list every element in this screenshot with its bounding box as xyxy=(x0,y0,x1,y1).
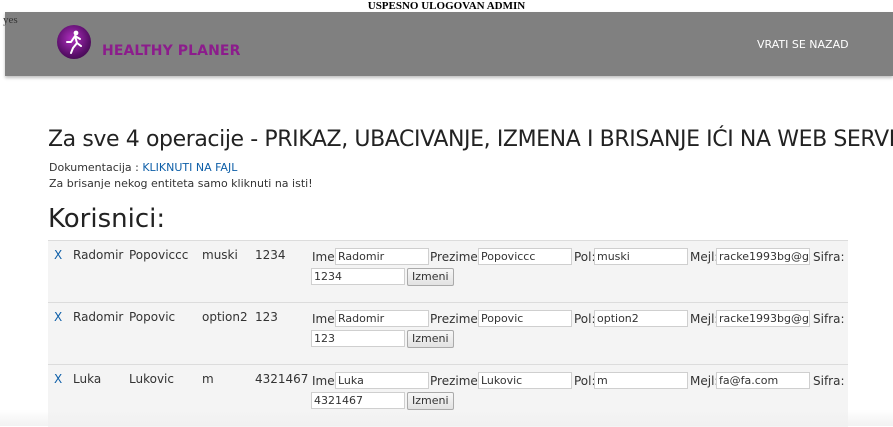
section-title: Korisnici: xyxy=(48,204,166,234)
sifra-input[interactable]: 1234 xyxy=(311,268,405,285)
pol-label: Pol: xyxy=(574,374,596,388)
prezime-label: Prezime: xyxy=(430,250,482,264)
login-status-banner: USPESNO ULOGOVAN ADMIN xyxy=(367,0,526,12)
delete-button[interactable]: X xyxy=(54,248,62,262)
mejl-label: Mejl: xyxy=(690,312,719,326)
cell-ime: Radomir xyxy=(73,310,124,324)
sifra-label: Sifra: xyxy=(813,312,845,326)
bottom-fade xyxy=(0,410,893,426)
pol-label: Pol: xyxy=(574,312,596,326)
cell-prezime: Popoviccc xyxy=(129,248,189,262)
mejl-label: Mejl: xyxy=(690,250,719,264)
cell-ime: Radomir xyxy=(73,248,124,262)
documentation-link[interactable]: KLIKNUTI NA FAJL xyxy=(142,161,237,174)
mejl-input[interactable]: fa@fa.com xyxy=(716,372,810,389)
cell-pol: muski xyxy=(202,248,238,262)
cell-pol: option2 xyxy=(202,310,248,324)
ime-input[interactable]: Luka xyxy=(335,372,429,389)
mejl-input[interactable]: racke1993bg@gmail.com xyxy=(716,248,810,265)
back-link[interactable]: VRATI SE NAZAD xyxy=(757,38,849,51)
prezime-label: Prezime: xyxy=(430,374,482,388)
table-row: X Radomir Popoviccc muski 1234 Ime: Rado… xyxy=(48,240,848,303)
cell-prezime: Popovic xyxy=(129,310,176,324)
documentation-label: Dokumentacija : xyxy=(49,161,139,174)
brand-name[interactable]: HEALTHY PLANER xyxy=(102,43,240,59)
ime-input[interactable]: Radomir xyxy=(335,310,429,327)
pol-input[interactable]: option2 xyxy=(594,310,688,327)
prezime-input[interactable]: Lukovic xyxy=(478,372,572,389)
cell-ime: Luka xyxy=(73,372,102,386)
pol-input[interactable]: muski xyxy=(594,248,688,265)
sifra-input[interactable]: 4321467 xyxy=(311,392,405,409)
debug-text: yes xyxy=(3,14,18,26)
documentation-line: Dokumentacija : KLIKNUTI NA FAJL xyxy=(49,161,237,174)
page-headline: Za sve 4 operacije - PRIKAZ, UBACIVANJE,… xyxy=(48,127,893,152)
delete-note: Za brisanje nekog entiteta samo kliknuti… xyxy=(49,177,313,190)
runner-icon[interactable] xyxy=(57,25,91,59)
mejl-input[interactable]: racke1993bg@gmail.com xyxy=(716,310,810,327)
sifra-label: Sifra: xyxy=(813,250,845,264)
cell-sifra: 123 xyxy=(255,310,278,324)
izmeni-button[interactable]: Izmeni xyxy=(407,392,454,410)
delete-button[interactable]: X xyxy=(54,372,62,386)
cell-sifra: 1234 xyxy=(255,248,286,262)
prezime-label: Prezime: xyxy=(430,312,482,326)
table-row: X Radomir Popovic option2 123 Ime: Radom… xyxy=(48,302,848,365)
izmeni-button[interactable]: Izmeni xyxy=(407,268,454,286)
pol-label: Pol: xyxy=(574,250,596,264)
cell-sifra: 4321467 xyxy=(255,372,309,386)
izmeni-button[interactable]: Izmeni xyxy=(407,330,454,348)
sifra-input[interactable]: 123 xyxy=(311,330,405,347)
prezime-input[interactable]: Popoviccc xyxy=(478,248,572,265)
prezime-input[interactable]: Popovic xyxy=(478,310,572,327)
sifra-label: Sifra: xyxy=(813,374,845,388)
cell-prezime: Lukovic xyxy=(129,372,174,386)
delete-button[interactable]: X xyxy=(54,310,62,324)
mejl-label: Mejl: xyxy=(690,374,719,388)
pol-input[interactable]: m xyxy=(594,372,688,389)
cell-pol: m xyxy=(202,372,214,386)
ime-input[interactable]: Radomir xyxy=(335,248,429,265)
